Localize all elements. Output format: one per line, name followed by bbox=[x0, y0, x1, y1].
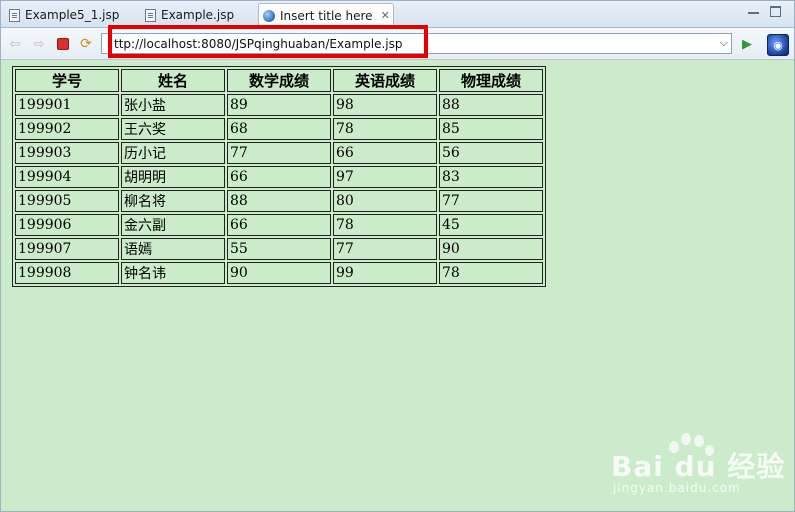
table-row: 199904 胡明明 66 97 83 bbox=[15, 166, 543, 188]
table-cell: 77 bbox=[227, 142, 331, 164]
url-input[interactable] bbox=[114, 35, 704, 52]
table-cell: 胡明明 bbox=[121, 166, 225, 188]
stop-icon[interactable] bbox=[55, 36, 71, 52]
grades-table: 学号 姓名 数学成绩 英语成绩 物理成绩 199901 张小盐 89 98 88… bbox=[12, 66, 546, 287]
table-cell: 88 bbox=[439, 94, 543, 116]
column-header: 姓名 bbox=[121, 69, 225, 92]
table-cell: 199907 bbox=[15, 238, 119, 260]
table-cell: 78 bbox=[333, 214, 437, 236]
close-icon[interactable]: ✕ bbox=[381, 9, 390, 22]
table-cell: 张小盐 bbox=[121, 94, 225, 116]
table-cell: 金六副 bbox=[121, 214, 225, 236]
table-cell: 99 bbox=[333, 262, 437, 284]
baidu-jingyan-watermark: Bai du 经验 jingyan.baidu.com bbox=[611, 431, 784, 506]
tab-example5-1[interactable]: Example5_1.jsp bbox=[5, 4, 135, 26]
table-row: 199906 金六副 66 78 45 bbox=[15, 214, 543, 236]
table-cell: 柳名将 bbox=[121, 190, 225, 212]
table-cell: 83 bbox=[439, 166, 543, 188]
table-cell: 199906 bbox=[15, 214, 119, 236]
table-cell: 66 bbox=[227, 166, 331, 188]
table-cell: 90 bbox=[439, 238, 543, 260]
watermark-url: jingyan.baidu.com bbox=[613, 481, 741, 495]
refresh-icon[interactable]: ⟳ bbox=[78, 36, 94, 52]
url-bar[interactable]: ⌵ bbox=[101, 33, 732, 54]
column-header: 数学成绩 bbox=[227, 69, 331, 92]
table-cell: 199902 bbox=[15, 118, 119, 140]
table-cell: 66 bbox=[333, 142, 437, 164]
external-browser-icon[interactable]: ◉ bbox=[767, 34, 789, 56]
table-row: 199905 柳名将 88 80 77 bbox=[15, 190, 543, 212]
column-header: 学号 bbox=[15, 69, 119, 92]
watermark-brand: Bai du 经验 bbox=[611, 450, 786, 483]
maximize-icon[interactable] bbox=[770, 6, 781, 17]
table-cell: 98 bbox=[333, 94, 437, 116]
table-cell: 85 bbox=[439, 118, 543, 140]
table-cell: 68 bbox=[227, 118, 331, 140]
table-cell: 钟名讳 bbox=[121, 262, 225, 284]
table-cell: 历小记 bbox=[121, 142, 225, 164]
column-header: 物理成绩 bbox=[439, 69, 543, 92]
tab-label: Insert title here bbox=[280, 8, 373, 23]
tab-label: Example.jsp bbox=[161, 8, 235, 22]
table-cell: 王六奖 bbox=[121, 118, 225, 140]
table-cell: 77 bbox=[439, 190, 543, 212]
table-cell: 199901 bbox=[15, 94, 119, 116]
table-row: 199908 钟名讳 90 99 78 bbox=[15, 262, 543, 284]
tab-label: Example5_1.jsp bbox=[25, 8, 120, 22]
table-row: 199901 张小盐 89 98 88 bbox=[15, 94, 543, 116]
table-cell: 89 bbox=[227, 94, 331, 116]
table-cell: 199904 bbox=[15, 166, 119, 188]
table-row: 199902 王六奖 68 78 85 bbox=[15, 118, 543, 140]
table-cell: 199905 bbox=[15, 190, 119, 212]
table-cell: 80 bbox=[333, 190, 437, 212]
tab-example[interactable]: Example.jsp bbox=[141, 4, 256, 26]
tab-insert-title[interactable]: Insert title here ✕ bbox=[258, 3, 394, 27]
table-cell: 66 bbox=[227, 214, 331, 236]
chevron-down-icon[interactable]: ⌵ bbox=[720, 36, 728, 50]
browser-toolbar: ⇦ ⇨ ⟳ ⌵ ▶ ◉ bbox=[1, 28, 794, 60]
table-cell: 90 bbox=[227, 262, 331, 284]
minimize-icon[interactable] bbox=[748, 6, 759, 14]
table-cell: 45 bbox=[439, 214, 543, 236]
jsp-file-icon bbox=[145, 8, 156, 22]
table-row: 199903 历小记 77 66 56 bbox=[15, 142, 543, 164]
table-cell: 78 bbox=[333, 118, 437, 140]
arrow-left-icon[interactable]: ⇦ bbox=[7, 36, 23, 52]
arrow-right-icon[interactable]: ⇨ bbox=[31, 36, 47, 52]
table-cell: 199903 bbox=[15, 142, 119, 164]
table-row: 199907 语嫣 55 77 90 bbox=[15, 238, 543, 260]
browser-window: Example5_1.jsp Example.jsp Insert title … bbox=[0, 0, 795, 512]
globe-icon bbox=[263, 9, 275, 22]
table-cell: 78 bbox=[439, 262, 543, 284]
jsp-file-icon bbox=[9, 8, 20, 22]
table-cell: 88 bbox=[227, 190, 331, 212]
table-cell: 55 bbox=[227, 238, 331, 260]
play-icon[interactable]: ▶ bbox=[739, 36, 755, 52]
table-cell: 56 bbox=[439, 142, 543, 164]
table-cell: 语嫣 bbox=[121, 238, 225, 260]
tab-bar: Example5_1.jsp Example.jsp Insert title … bbox=[1, 1, 794, 28]
table-header-row: 学号 姓名 数学成绩 英语成绩 物理成绩 bbox=[15, 69, 543, 92]
table-cell: 199908 bbox=[15, 262, 119, 284]
column-header: 英语成绩 bbox=[333, 69, 437, 92]
table-cell: 97 bbox=[333, 166, 437, 188]
table-cell: 77 bbox=[333, 238, 437, 260]
